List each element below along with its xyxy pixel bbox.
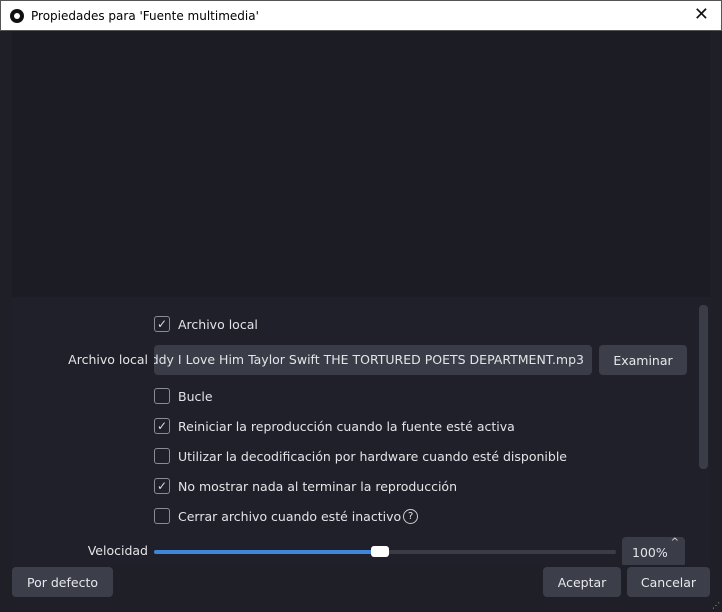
help-icon[interactable]: ? bbox=[403, 508, 419, 524]
window-title: Propiedades para 'Fuente multimedia' bbox=[31, 9, 259, 23]
preview-area bbox=[12, 31, 710, 297]
speed-slider-handle[interactable] bbox=[371, 546, 390, 557]
local-file-input[interactable]: addy I Love Him Taylor Swift THE TORTURE… bbox=[154, 345, 592, 375]
checkbox-loop[interactable]: Bucle bbox=[154, 388, 213, 404]
checkbox-label: Utilizar la decodificación por hardware … bbox=[178, 448, 567, 464]
speed-slider[interactable] bbox=[154, 546, 616, 557]
speed-spinbox[interactable]: 100% ^ bbox=[622, 537, 685, 565]
ok-button[interactable]: Aceptar bbox=[543, 567, 621, 597]
defaults-button[interactable]: Por defecto bbox=[12, 567, 113, 597]
close-icon[interactable]: ✕ bbox=[694, 4, 709, 25]
checkbox-icon[interactable]: ✓ bbox=[154, 316, 170, 332]
checkbox-restart[interactable]: ✓ Reiniciar la reproducción cuando la fue… bbox=[154, 418, 515, 434]
checkbox-hide-end[interactable]: ✓ No mostrar nada al terminar la reproduc… bbox=[154, 478, 457, 494]
chevron-up-icon[interactable]: ^ bbox=[671, 537, 679, 548]
properties-panel: ✓ Archivo local Archivo local addy I Love… bbox=[12, 297, 710, 565]
local-file-label: Archivo local bbox=[68, 352, 148, 367]
cancel-button[interactable]: Cancelar bbox=[627, 567, 710, 597]
checkbox-local-file[interactable]: ✓ Archivo local bbox=[154, 316, 258, 332]
checkbox-icon[interactable] bbox=[154, 388, 170, 404]
checkbox-label: No mostrar nada al terminar la reproducc… bbox=[178, 478, 457, 494]
obs-logo-icon bbox=[10, 9, 24, 23]
resize-grip-icon[interactable]: ⋰ bbox=[712, 601, 720, 610]
speed-value: 100% bbox=[632, 545, 668, 560]
checkbox-hw-decode[interactable]: Utilizar la decodificación por hardware … bbox=[154, 448, 567, 464]
checkbox-label: Cerrar archivo cuando esté inactivo bbox=[178, 508, 402, 524]
checkbox-icon[interactable]: ✓ bbox=[154, 418, 170, 434]
title-bar: Propiedades para 'Fuente multimedia' ✕ bbox=[0, 0, 722, 31]
local-file-value: addy I Love Him Taylor Swift THE TORTURE… bbox=[154, 352, 584, 367]
browse-button[interactable]: Examinar bbox=[599, 345, 687, 375]
checkbox-label: Archivo local bbox=[178, 316, 258, 332]
checkbox-label: Reiniciar la reproducción cuando la fuen… bbox=[178, 418, 515, 434]
checkbox-icon[interactable] bbox=[154, 448, 170, 464]
speed-label: Velocidad bbox=[87, 543, 148, 558]
checkbox-icon[interactable] bbox=[154, 508, 170, 524]
checkbox-close-inactive[interactable]: Cerrar archivo cuando esté inactivo ? bbox=[154, 508, 419, 524]
speed-slider-fill bbox=[154, 550, 381, 554]
checkbox-label: Bucle bbox=[178, 388, 213, 404]
checkbox-icon[interactable]: ✓ bbox=[154, 478, 170, 494]
scrollbar[interactable] bbox=[699, 305, 708, 469]
